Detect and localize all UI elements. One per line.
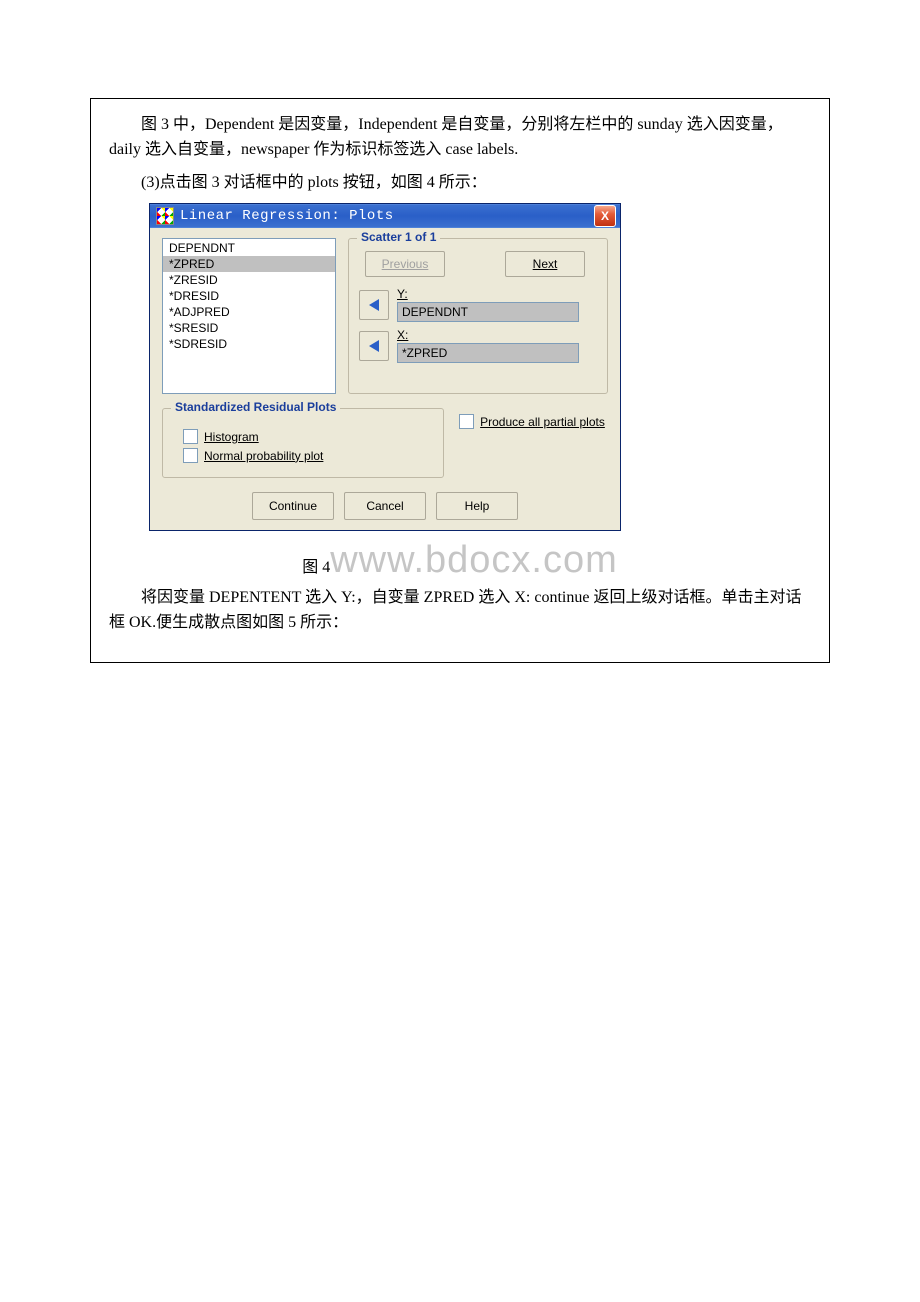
close-button[interactable]: X — [594, 205, 616, 227]
y-transfer-row: Y: DEPENDNT — [359, 287, 597, 322]
x-label: X: — [397, 328, 579, 342]
list-item[interactable]: *SDRESID — [163, 336, 335, 352]
page: 图 3 中，Dependent 是因变量，Independent 是自变量，分别… — [0, 0, 920, 1302]
content-box: 图 3 中，Dependent 是因变量，Independent 是自变量，分别… — [90, 98, 830, 663]
upper-row: DEPENDNT *ZPRED *ZRESID *DRESID *ADJPRED… — [162, 238, 608, 394]
next-button[interactable]: Next — [505, 251, 585, 277]
x-transfer-row: X: *ZPRED — [359, 328, 597, 363]
dialog-screenshot: Linear Regression: Plots X DEPENDNT *ZPR… — [149, 203, 811, 531]
list-item[interactable]: DEPENDNT — [163, 240, 335, 256]
paragraph-3: 将因变量 DEPENTENT 选入 Y:，自变量 ZPRED 选入 X: con… — [109, 586, 811, 636]
histogram-label: Histogram — [204, 430, 259, 444]
help-button[interactable]: Help — [436, 492, 518, 520]
next-label: Next — [533, 257, 558, 271]
npp-label: Normal probability plot — [204, 449, 323, 463]
histogram-checkbox-row[interactable]: Histogram — [183, 429, 433, 444]
nav-row: Previous Next — [365, 251, 597, 277]
y-field-stack: Y: DEPENDNT — [397, 287, 579, 322]
arrow-left-icon — [369, 340, 379, 352]
watermark-text: www.bdocx.com — [330, 539, 618, 582]
list-item[interactable]: *ZPRED — [163, 256, 335, 272]
x-field[interactable]: *ZPRED — [397, 343, 579, 363]
residual-plots-group: Standardized Residual Plots Histogram No… — [162, 408, 444, 478]
list-item[interactable]: *DRESID — [163, 288, 335, 304]
dialog-button-row: Continue Cancel Help — [162, 492, 608, 520]
dialog-body: DEPENDNT *ZPRED *ZRESID *DRESID *ADJPRED… — [150, 228, 620, 530]
x-transfer-button[interactable] — [359, 331, 389, 361]
list-item[interactable]: *ZRESID — [163, 272, 335, 288]
partial-plots-checkbox-row[interactable]: Produce all partial plots — [459, 414, 605, 429]
scatter-group-title: Scatter 1 of 1 — [357, 230, 440, 244]
y-transfer-button[interactable] — [359, 290, 389, 320]
figure-caption-row: 图 4 www.bdocx.com — [109, 539, 811, 582]
x-field-stack: X: *ZPRED — [397, 328, 579, 363]
figure-4-label: 图 4 — [302, 553, 330, 577]
lower-row: Standardized Residual Plots Histogram No… — [162, 408, 608, 478]
close-icon: X — [601, 209, 609, 223]
previous-button: Previous — [365, 251, 445, 277]
y-label: Y: — [397, 287, 579, 301]
checkbox-icon — [183, 448, 198, 463]
paragraph-1: 图 3 中，Dependent 是因变量，Independent 是自变量，分别… — [109, 113, 811, 163]
dialog-title: Linear Regression: Plots — [180, 208, 588, 224]
scatter-group: Scatter 1 of 1 Previous Next — [348, 238, 608, 394]
residual-group-title: Standardized Residual Plots — [171, 400, 340, 414]
previous-label: Previous — [382, 257, 429, 271]
variable-listbox[interactable]: DEPENDNT *ZPRED *ZRESID *DRESID *ADJPRED… — [162, 238, 336, 394]
paragraph-2: (3)点击图 3 对话框中的 plots 按钮，如图 4 所示： — [109, 171, 811, 196]
normal-probability-checkbox-row[interactable]: Normal probability plot — [183, 448, 433, 463]
checkbox-icon — [183, 429, 198, 444]
cancel-button[interactable]: Cancel — [344, 492, 426, 520]
dialog-plots: Linear Regression: Plots X DEPENDNT *ZPR… — [149, 203, 621, 531]
titlebar: Linear Regression: Plots X — [150, 204, 620, 228]
partial-plots-label: Produce all partial plots — [480, 415, 605, 429]
arrow-left-icon — [369, 299, 379, 311]
list-item[interactable]: *ADJPRED — [163, 304, 335, 320]
partial-plots-col: Produce all partial plots — [456, 408, 608, 478]
continue-button[interactable]: Continue — [252, 492, 334, 520]
checkbox-icon — [459, 414, 474, 429]
y-field[interactable]: DEPENDNT — [397, 302, 579, 322]
app-icon — [156, 207, 174, 225]
list-item[interactable]: *SRESID — [163, 320, 335, 336]
